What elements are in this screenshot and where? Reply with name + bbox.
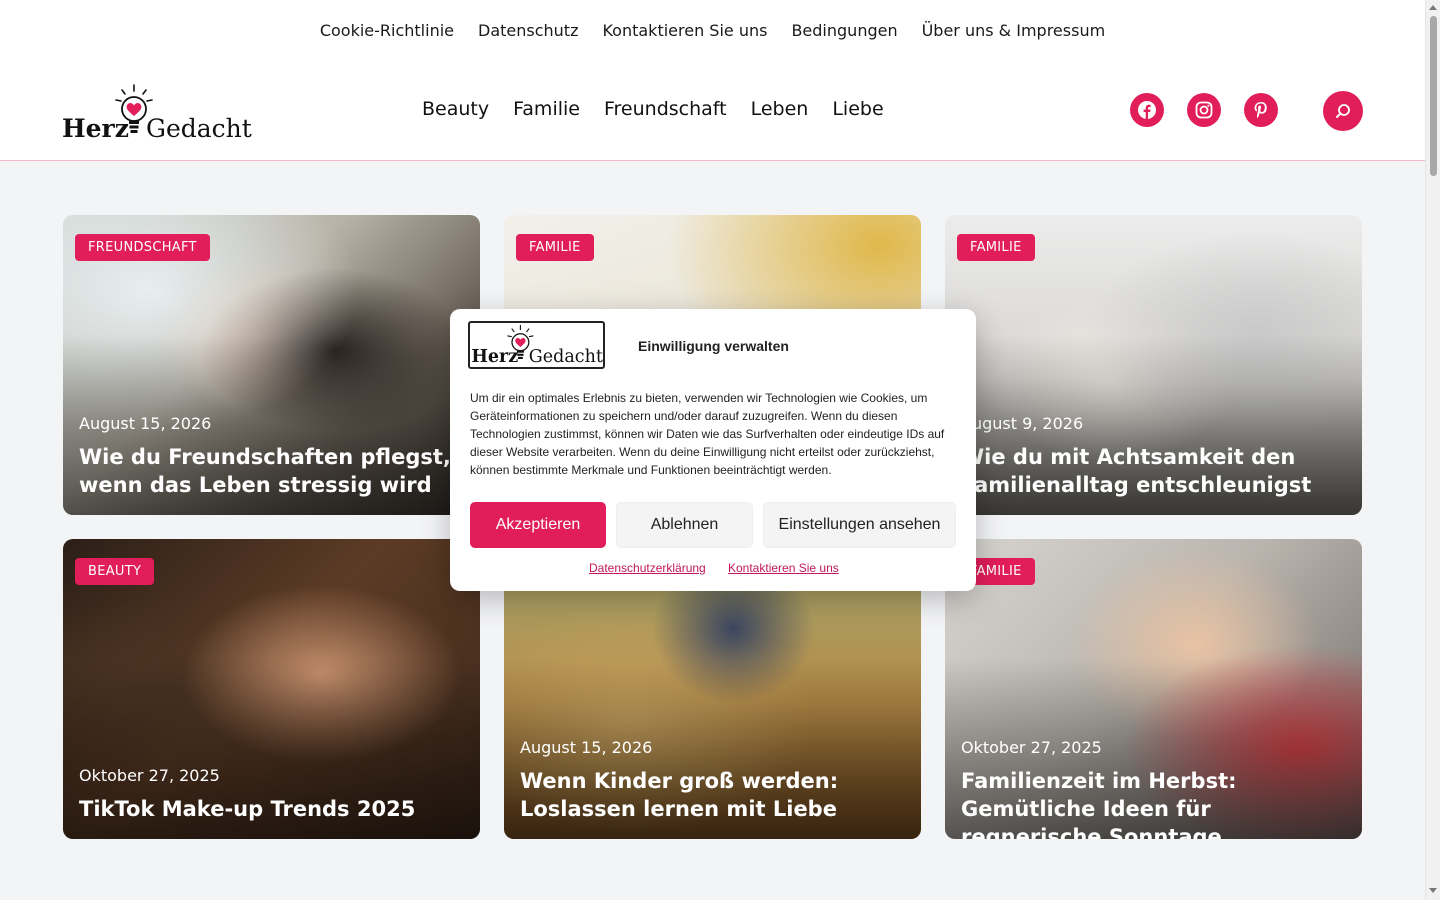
consent-logo: Herz Gedacht (468, 321, 605, 369)
page-scrollbar[interactable] (1425, 0, 1440, 900)
nav-item-familie[interactable]: Familie (513, 98, 580, 120)
accept-button[interactable]: Akzeptieren (470, 502, 606, 548)
nav-item-freundschaft[interactable]: Freundschaft (604, 98, 727, 120)
category-badge[interactable]: FAMILIE (516, 234, 594, 261)
site-logo[interactable]: Herz Gedacht (62, 82, 252, 144)
scrollbar-thumb[interactable] (1430, 16, 1437, 176)
contact-link[interactable]: Kontaktieren Sie uns (728, 561, 839, 575)
post-card[interactable]: BEAUTY Oktober 27, 2025 TikTok Make-up T… (63, 539, 480, 839)
scroll-up-icon[interactable] (1429, 5, 1437, 10)
svg-text:Gedacht: Gedacht (529, 347, 603, 367)
deny-button[interactable]: Ablehnen (616, 502, 753, 548)
category-badge[interactable]: BEAUTY (75, 558, 155, 585)
logo-graphic: Herz Gedacht (62, 84, 252, 143)
consent-title: Einwilligung verwalten (638, 338, 789, 354)
nav-link-privacy[interactable]: Datenschutz (478, 21, 578, 40)
post-title[interactable]: Wie du mit Achtsamkeit den Familienallta… (961, 443, 1346, 499)
privacy-policy-link[interactable]: Datenschutzerklärung (589, 561, 706, 575)
nav-item-beauty[interactable]: Beauty (422, 98, 489, 120)
svg-text:Herz: Herz (471, 347, 518, 367)
post-card[interactable]: FAMILIE Oktober 27, 2025 Familienzeit im… (945, 539, 1362, 839)
nav-link-contact[interactable]: Kontaktieren Sie uns (602, 21, 767, 40)
post-card[interactable]: FAMILIE August 9, 2026 Wie du mit Achtsa… (945, 215, 1362, 515)
nav-item-liebe[interactable]: Liebe (832, 98, 883, 120)
post-title[interactable]: Wie du Freundschaften pflegst, wenn das … (79, 443, 464, 499)
nav-link-about[interactable]: Über uns & Impressum (922, 21, 1106, 40)
category-badge[interactable]: FREUNDSCHAFT (75, 234, 210, 261)
post-date: Oktober 27, 2025 (79, 766, 220, 785)
pinterest-link[interactable] (1244, 93, 1278, 127)
pinterest-icon (1254, 102, 1267, 119)
post-title[interactable]: TikTok Make-up Trends 2025 (79, 795, 464, 823)
consent-dialog: Herz Gedacht Einwilligung verwalten Um d… (450, 309, 976, 591)
svg-text:Herz: Herz (62, 114, 129, 143)
logo-graphic: Herz Gedacht (471, 324, 603, 367)
facebook-icon (1138, 101, 1156, 119)
post-date: Oktober 27, 2025 (961, 738, 1102, 757)
nav-item-leben[interactable]: Leben (751, 98, 809, 120)
facebook-link[interactable] (1130, 93, 1164, 127)
post-title[interactable]: Wenn Kinder groß werden: Loslassen lerne… (520, 767, 905, 823)
svg-text:Gedacht: Gedacht (146, 114, 252, 143)
scroll-down-icon[interactable] (1429, 888, 1437, 893)
nav-link-terms[interactable]: Bedingungen (791, 21, 897, 40)
post-date: August 15, 2026 (79, 414, 212, 433)
instagram-icon (1195, 101, 1213, 119)
instagram-link[interactable] (1187, 93, 1221, 127)
nav-link-cookie-policy[interactable]: Cookie-Richtlinie (320, 21, 454, 40)
view-settings-button[interactable]: Einstellungen ansehen (763, 502, 956, 548)
site-header: Herz Gedacht Beauty Familie Freundschaft… (0, 60, 1425, 161)
search-icon (1336, 104, 1350, 118)
consent-text: Um dir ein optimales Erlebnis zu bieten,… (470, 391, 945, 477)
category-badge[interactable]: FAMILIE (957, 234, 1035, 261)
post-date: August 15, 2026 (520, 738, 653, 757)
post-title[interactable]: Familienzeit im Herbst: Gemütliche Ideen… (961, 767, 1346, 839)
search-button[interactable] (1323, 91, 1363, 131)
top-utility-nav: Cookie-Richtlinie Datenschutz Kontaktier… (0, 0, 1425, 60)
main-nav: Beauty Familie Freundschaft Leben Liebe (422, 98, 884, 120)
post-card[interactable]: FREUNDSCHAFT August 15, 2026 Wie du Freu… (63, 215, 480, 515)
post-date: August 9, 2026 (961, 414, 1084, 433)
